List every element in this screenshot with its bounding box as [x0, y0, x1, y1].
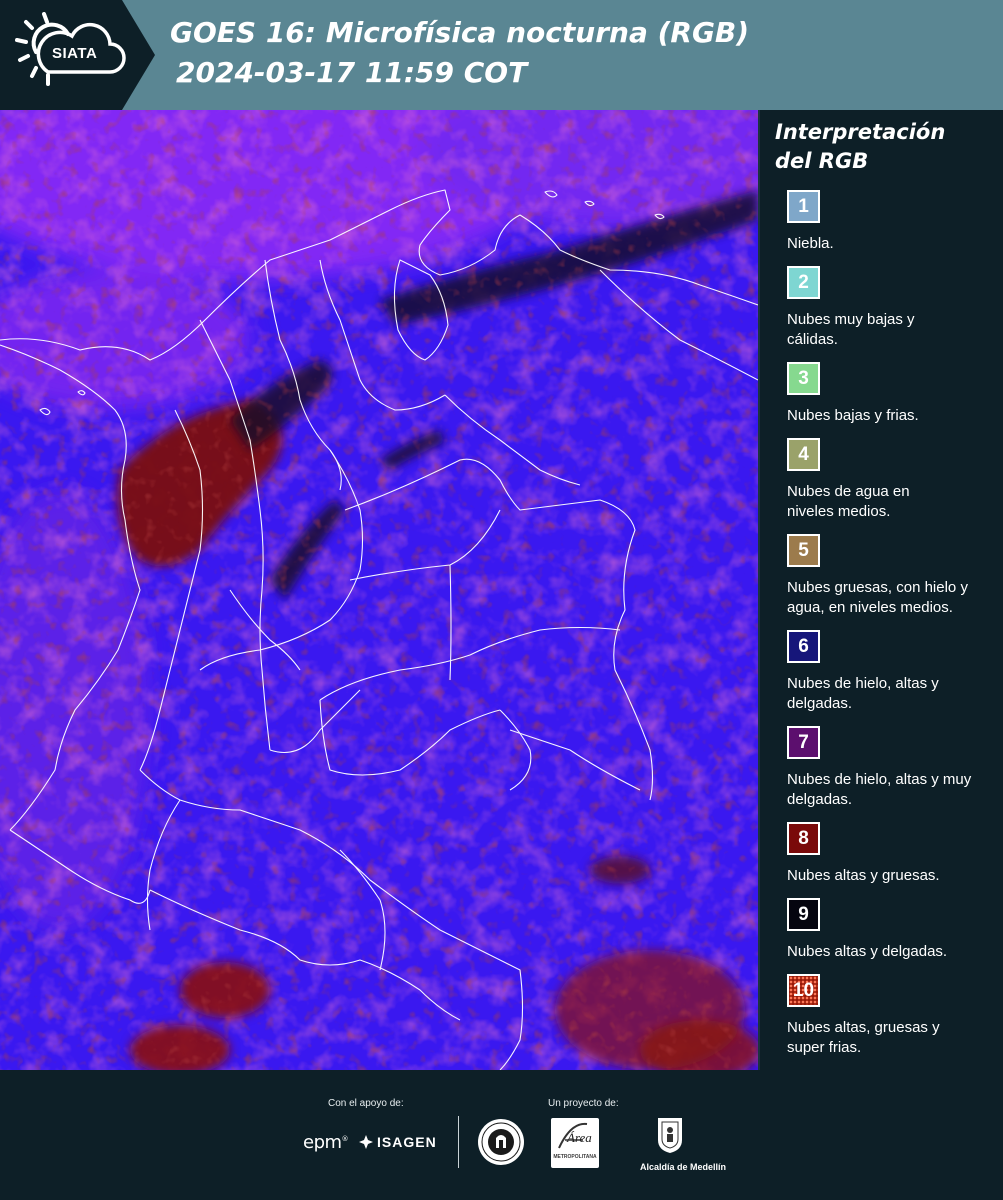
- area-metropolitana-logo: Área METROPOLITANA: [551, 1118, 599, 1168]
- rgb-legend: Interpretación del RGB 1 Niebla. 2 Nubes…: [775, 118, 995, 1070]
- siata-logo: SIATA: [0, 0, 155, 110]
- project-label: Un proyecto de:: [548, 1098, 619, 1109]
- legend-title-line2: del RGB: [775, 149, 869, 173]
- legend-swatch: 5: [787, 534, 820, 567]
- area-logo-text: METROPOLITANA: [553, 1154, 597, 1160]
- legend-label: Nubes altas y delgadas.: [787, 943, 948, 960]
- medellin-label: Alcaldía de Medellín: [640, 1162, 727, 1172]
- legend-swatch: 9: [787, 898, 820, 931]
- legend-item-5: 5 Nubes gruesas, con hielo y agua, en ni…: [775, 534, 995, 618]
- legend-title: Interpretación del RGB: [775, 118, 995, 176]
- legend-swatch: 6: [787, 630, 820, 663]
- isagen-logo-text: ISAGEN: [377, 1134, 437, 1150]
- page-timestamp: 2024-03-17 11:59 COT: [176, 56, 528, 89]
- isagen-logo: ISAGEN: [358, 1134, 437, 1150]
- legend-label: Niebla.: [787, 235, 834, 252]
- legend-label: Nubes de hielo, altas y muy delgadas.: [787, 771, 972, 808]
- medellin-shield-icon: [658, 1118, 682, 1153]
- legend-item-2: 2 Nubes muy bajas y cálidas.: [775, 266, 995, 350]
- university-seal-icon: [478, 1119, 524, 1165]
- legend-swatch: 3: [787, 362, 820, 395]
- legend-swatch: 8: [787, 822, 820, 855]
- legend-item-9: 9 Nubes altas y delgadas.: [775, 898, 995, 962]
- support-label: Con el apoyo de:: [328, 1098, 404, 1109]
- footer-divider: [458, 1116, 459, 1168]
- header: SIATA GOES 16: Microfísica nocturna (RGB…: [0, 0, 1003, 110]
- legend-label: Nubes bajas y frias.: [787, 407, 919, 424]
- footer: Con el apoyo de: Un proyecto de: epm® IS…: [0, 1070, 1003, 1200]
- legend-item-1: 1 Niebla.: [775, 190, 995, 254]
- legend-swatch: 1: [787, 190, 820, 223]
- epm-logo: epm®: [303, 1132, 349, 1153]
- legend-label: Nubes altas y gruesas.: [787, 867, 940, 884]
- legend-swatch: 10: [787, 974, 820, 1007]
- legend-swatch: 4: [787, 438, 820, 471]
- legend-swatch: 7: [787, 726, 820, 759]
- legend-item-3: 3 Nubes bajas y frias.: [775, 362, 995, 426]
- legend-item-4: 4 Nubes de agua en niveles medios.: [775, 438, 995, 522]
- siata-logo-text: SIATA: [52, 45, 98, 62]
- area-metropolitana-mark-icon: Área: [558, 1122, 592, 1149]
- legend-label: Nubes muy bajas y cálidas.: [787, 311, 915, 348]
- epm-logo-text: epm: [303, 1132, 342, 1153]
- goes16-rgb-image: [0, 110, 758, 1070]
- legend-label: Nubes altas, gruesas y super frias.: [787, 1019, 940, 1056]
- satellite-map: [0, 110, 760, 1070]
- svg-text:Área: Área: [566, 1130, 592, 1145]
- isagen-mark-icon: [359, 1135, 373, 1149]
- legend-label: Nubes de hielo, altas y delgadas.: [787, 675, 939, 712]
- legend-label: Nubes gruesas, con hielo y agua, en nive…: [787, 579, 968, 616]
- legend-item-7: 7 Nubes de hielo, altas y muy delgadas.: [775, 726, 995, 810]
- legend-label: Nubes de agua en niveles medios.: [787, 483, 910, 520]
- legend-title-line1: Interpretación: [775, 120, 946, 144]
- alcaldia-medellin-logo: Alcaldía de Medellín: [640, 1116, 727, 1172]
- legend-item-6: 6 Nubes de hielo, altas y delgadas.: [775, 630, 995, 714]
- legend-swatch: 2: [787, 266, 820, 299]
- legend-item-10: 10 Nubes altas, gruesas y super frias.: [775, 974, 995, 1058]
- page-title: GOES 16: Microfísica nocturna (RGB): [170, 16, 750, 49]
- legend-item-8: 8 Nubes altas y gruesas.: [775, 822, 995, 886]
